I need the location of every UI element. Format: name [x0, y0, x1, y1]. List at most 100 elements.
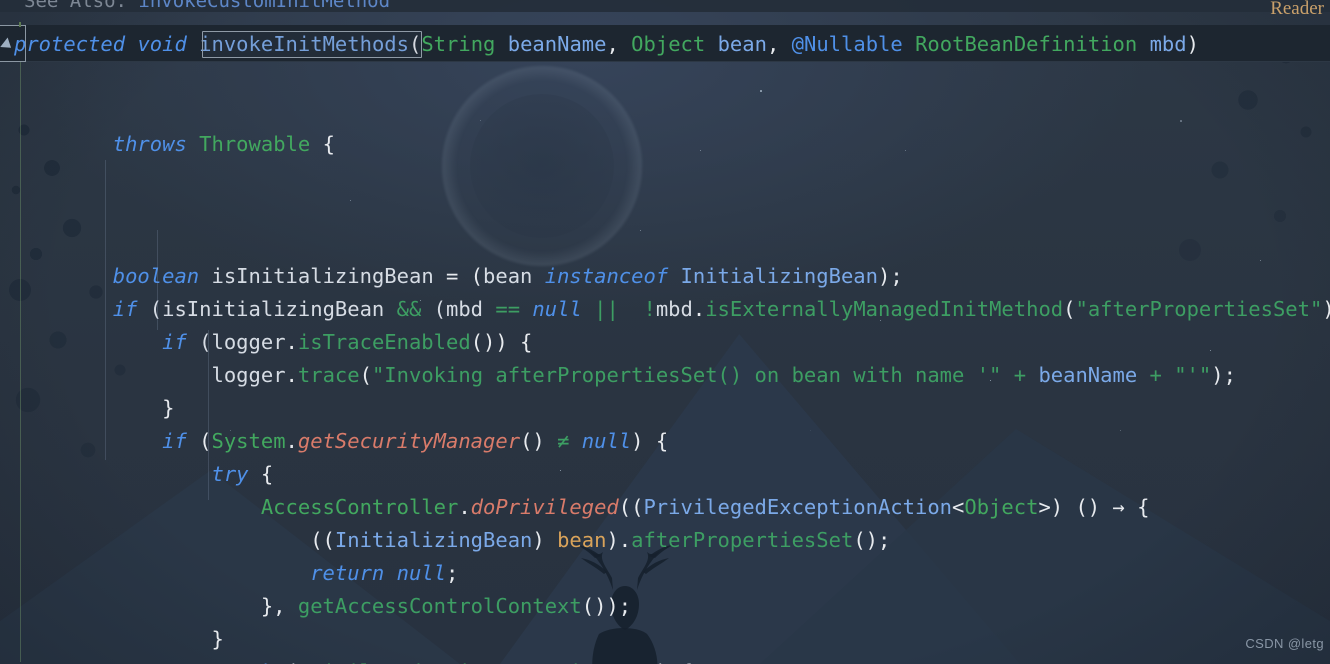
code-token: isTraceEnabled: [298, 330, 471, 354]
code-token: afterPropertiesSet: [631, 528, 853, 552]
code-token: if: [113, 297, 138, 321]
code-token: &&: [397, 297, 422, 321]
code-token: ||: [594, 297, 619, 321]
code-token: (: [273, 660, 298, 664]
code-editor[interactable]: See Also: invokeCustomInitMethod protect…: [0, 0, 1330, 664]
code-token: .: [286, 363, 298, 387]
code-line: }: [0, 392, 1330, 425]
modifier-keyword: protected: [14, 32, 125, 56]
code-token: .: [286, 429, 298, 453]
code-line: boolean isInitializingBean = (bean insta…: [0, 260, 1330, 293]
indent-guide-3: [208, 330, 209, 500]
code-token: isInitializingBean: [199, 264, 446, 288]
code-token: ).: [606, 528, 631, 552]
code-token: (: [360, 363, 372, 387]
code-token: beanName: [1038, 363, 1137, 387]
code-token: →: [1113, 495, 1125, 519]
code-token: +: [1001, 363, 1038, 387]
watermark: CSDN @letg: [1245, 627, 1324, 660]
code-token: boolean: [113, 264, 199, 288]
code-line: ((InitializingBean) bean).afterPropertie…: [0, 524, 1330, 557]
code-token: ) {: [656, 660, 693, 664]
code-token: "'": [1174, 363, 1211, 387]
code-token: +: [1137, 363, 1174, 387]
code-line: if (System.getSecurityManager() ≠ null) …: [0, 425, 1330, 458]
code-token: if: [162, 429, 187, 453]
throws-type: Throwable: [199, 132, 310, 156]
code-token: {: [1125, 495, 1150, 519]
code-token: PrivilegedActionException: [298, 660, 607, 664]
code-token: if: [162, 330, 187, 354]
code-token: (: [1063, 297, 1075, 321]
code-token: (mbd: [421, 297, 495, 321]
code-token: ()) {: [471, 330, 533, 354]
see-also-link[interactable]: invokeCustomInitMethod: [138, 0, 390, 12]
nullable-annotation: @Nullable: [792, 32, 903, 56]
code-token: pae: [606, 660, 655, 664]
code-token: null: [532, 297, 581, 321]
code-token: >: [1038, 495, 1050, 519]
code-token: ) (): [1051, 495, 1113, 519]
param1-type: String: [421, 32, 495, 56]
code-token: [582, 297, 594, 321]
reader-mode-label: Reader: [1270, 0, 1324, 25]
code-token: ) {: [631, 429, 668, 453]
code-line: }: [0, 623, 1330, 656]
code-token: .: [286, 330, 298, 354]
param2-name: bean: [705, 32, 767, 56]
code-token: ((: [619, 495, 644, 519]
code-token: getSecurityManager: [298, 429, 520, 453]
code-token: },: [261, 594, 298, 618]
code-token: }: [162, 396, 174, 420]
code-token: [384, 561, 396, 585]
method-declaration-line: protected void invokeInitMethods(String …: [0, 26, 1330, 62]
code-token: );: [1211, 363, 1236, 387]
param2-type: Object: [631, 32, 705, 56]
code-token: [569, 429, 581, 453]
code-token: InitializingBean: [681, 264, 878, 288]
code-token: getAccessControlContext: [298, 594, 582, 618]
code-token: (isInitializingBean: [137, 297, 396, 321]
param3-type: RootBeanDefinition: [903, 32, 1138, 56]
code-token: .: [458, 495, 470, 519]
code-line: if (isInitializingBean && (mbd == null |…: [0, 293, 1330, 326]
code-token: ): [532, 528, 557, 552]
indent-guide-2: [157, 230, 158, 330]
param3-name: mbd: [1137, 32, 1186, 56]
param-comma-1: ,: [606, 32, 631, 56]
code-token: ((: [310, 528, 335, 552]
param1-name: beanName: [495, 32, 606, 56]
code-token: return: [310, 561, 384, 585]
see-also-hint[interactable]: See Also: invokeCustomInitMethod: [0, 0, 1330, 14]
code-token: InitializingBean: [335, 528, 532, 552]
code-token: PrivilegedExceptionAction: [643, 495, 952, 519]
code-token: [520, 297, 532, 321]
code-token: <: [952, 495, 964, 519]
code-token: System: [211, 429, 285, 453]
code-token: bean: [557, 528, 606, 552]
code-line: [0, 227, 1330, 260]
code-line: }, getAccessControlContext());: [0, 590, 1330, 623]
code-token: ();: [853, 528, 890, 552]
code-token: !: [619, 297, 656, 321]
code-token: }: [211, 627, 223, 651]
code-line: try {: [0, 458, 1330, 491]
code-body[interactable]: throws Throwable { boolean isInitializin…: [0, 62, 1330, 664]
code-line: if (logger.isTraceEnabled()) {: [0, 326, 1330, 359]
code-token: {: [249, 462, 274, 486]
code-line: return null;: [0, 557, 1330, 590]
code-token: (: [458, 264, 483, 288]
code-token: isExternallyManagedInitMethod: [705, 297, 1063, 321]
code-token: instanceof: [532, 264, 680, 288]
code-token: (): [520, 429, 557, 453]
code-token: doPrivileged: [471, 495, 619, 519]
code-token: null: [582, 429, 631, 453]
code-token: mbd: [656, 297, 693, 321]
throws-keyword: throws: [113, 132, 187, 156]
code-token: =: [446, 264, 458, 288]
code-token: (logger: [187, 330, 286, 354]
code-token: AccessController: [261, 495, 458, 519]
identifier-highlight-box: [202, 31, 422, 58]
code-token: "afterPropertiesSet": [1075, 297, 1322, 321]
code-line: logger.trace("Invoking afterPropertiesSe…: [0, 359, 1330, 392]
